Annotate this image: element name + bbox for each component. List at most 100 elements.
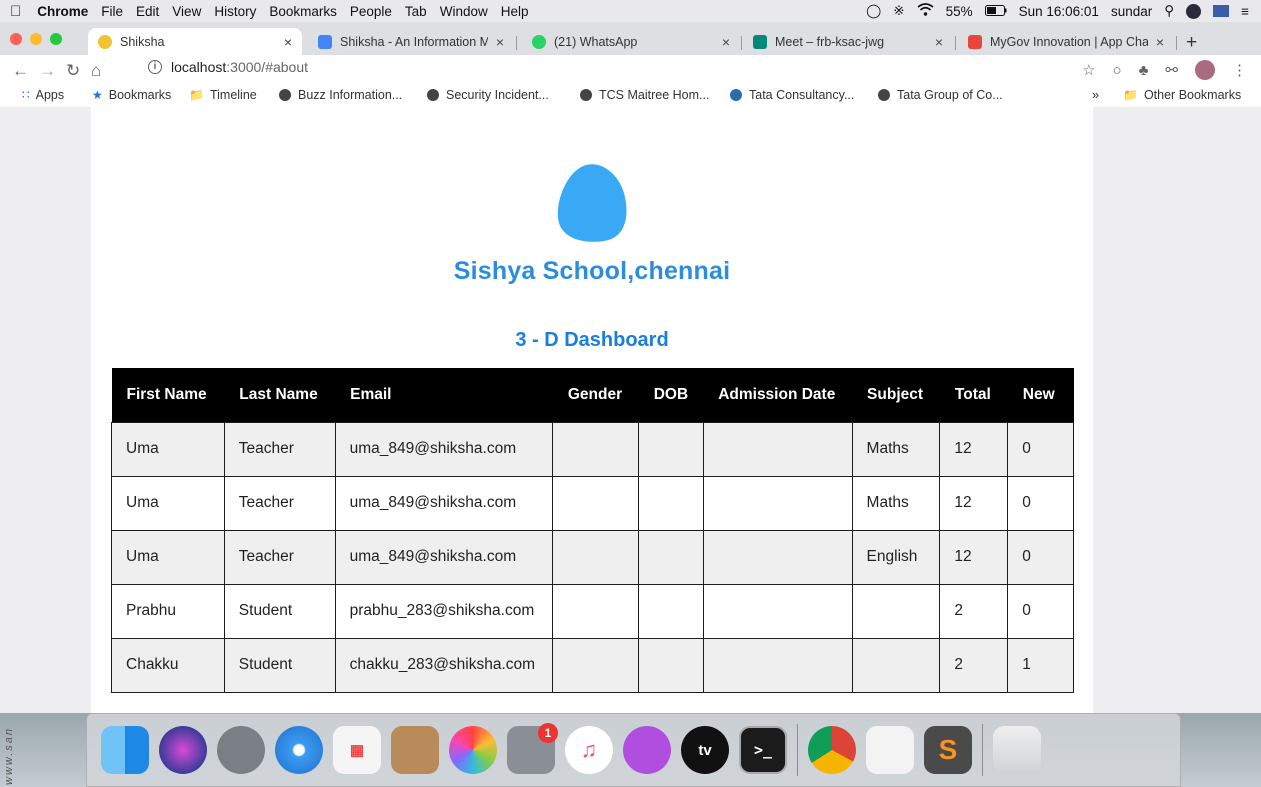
bookmark-apps[interactable]: ∷ Apps bbox=[22, 88, 64, 102]
address-bar[interactable]: i localhost:3000/#about bbox=[148, 59, 308, 75]
tab-whatsapp[interactable]: (21) WhatsApp × bbox=[522, 28, 740, 55]
spotlight-icon[interactable]: ⚲ bbox=[1164, 3, 1174, 19]
back-icon[interactable]: ← bbox=[12, 61, 29, 81]
menu-help[interactable]: Help bbox=[501, 4, 529, 19]
column-header-last-name[interactable]: Last Name bbox=[224, 368, 336, 422]
column-header-first-name[interactable]: First Name bbox=[111, 368, 225, 422]
dock-separator bbox=[797, 724, 798, 776]
close-tab-icon[interactable]: × bbox=[284, 34, 292, 50]
extension-o-icon[interactable]: ○ bbox=[1113, 62, 1122, 79]
siri-icon[interactable] bbox=[159, 726, 207, 774]
finder-icon[interactable] bbox=[101, 726, 149, 774]
bookmark-timeline[interactable]: 📁 Timeline bbox=[189, 88, 257, 102]
siri-icon[interactable] bbox=[1186, 3, 1202, 19]
cell-last-name: Teacher bbox=[223, 421, 336, 477]
menubar-user[interactable]: sundar bbox=[1111, 4, 1152, 19]
battery-percent[interactable]: 55% bbox=[946, 4, 973, 19]
forward-icon[interactable]: → bbox=[39, 61, 56, 81]
accessibility-icon[interactable]: ◯ bbox=[866, 3, 881, 19]
close-window-icon[interactable] bbox=[10, 33, 22, 45]
cell-admission-date bbox=[702, 637, 853, 693]
column-header-admission-date[interactable]: Admission Date bbox=[703, 368, 853, 422]
photos-icon[interactable] bbox=[449, 726, 497, 774]
textedit-icon[interactable] bbox=[866, 726, 914, 774]
tab-title: Shiksha - An Information Ma bbox=[340, 34, 488, 49]
zoom-window-icon[interactable] bbox=[50, 33, 62, 45]
cell-new: 0 bbox=[1007, 475, 1074, 531]
column-header-total[interactable]: Total bbox=[939, 368, 1008, 422]
column-header-new[interactable]: New bbox=[1007, 368, 1074, 422]
terminal-icon[interactable]: >_ bbox=[739, 726, 787, 774]
bluetooth-icon[interactable]: ※ bbox=[893, 3, 904, 19]
column-header-dob[interactable]: DOB bbox=[638, 368, 704, 422]
app-grid-icon[interactable]: ▦ bbox=[333, 726, 381, 774]
site-info-icon[interactable]: i bbox=[148, 60, 162, 74]
password-key-icon[interactable]: ⚯ bbox=[1165, 61, 1178, 79]
input-source-icon[interactable] bbox=[1213, 5, 1230, 17]
tab-meet[interactable]: Meet – frb-ksac-jwg × bbox=[743, 28, 953, 55]
tab-shiksha[interactable]: Shiksha × bbox=[88, 28, 302, 55]
chrome-icon[interactable] bbox=[808, 726, 856, 774]
menu-file[interactable]: File bbox=[101, 4, 123, 19]
bookmark-label: Tata Group of Co... bbox=[897, 88, 1003, 102]
battery-icon[interactable] bbox=[984, 4, 1007, 19]
apple-tv-icon[interactable]: tv bbox=[681, 726, 729, 774]
cell-email: chakku_283@shiksha.com bbox=[334, 637, 554, 693]
notification-center-icon[interactable]: ≡ bbox=[1241, 4, 1249, 19]
extensions-puzzle-icon[interactable]: ♣ bbox=[1139, 62, 1149, 79]
menu-window[interactable]: Window bbox=[440, 4, 488, 19]
profile-avatar-icon[interactable] bbox=[1195, 60, 1215, 80]
system-preferences-icon[interactable]: 1 bbox=[507, 723, 558, 774]
music-icon[interactable]: ♫ bbox=[565, 726, 613, 774]
bookmark-security[interactable]: Security Incident... bbox=[427, 88, 549, 102]
chrome-menu-icon[interactable]: ⋮ bbox=[1232, 61, 1247, 79]
column-header-email[interactable]: Email bbox=[335, 368, 553, 422]
cell-dob bbox=[638, 637, 704, 693]
bookmark-star-icon[interactable]: ☆ bbox=[1082, 61, 1095, 79]
menu-bookmarks[interactable]: Bookmarks bbox=[269, 4, 337, 19]
close-tab-icon[interactable]: × bbox=[1156, 34, 1164, 50]
menu-people[interactable]: People bbox=[350, 4, 392, 19]
apple-menu-icon[interactable]:  bbox=[10, 3, 21, 20]
new-tab-icon[interactable]: + bbox=[1186, 32, 1197, 54]
tab-shiksha-doc[interactable]: Shiksha - An Information Ma × bbox=[308, 28, 514, 55]
bookmark-tata-group[interactable]: Tata Group of Co... bbox=[878, 88, 1003, 102]
close-tab-icon[interactable]: × bbox=[935, 34, 943, 50]
cell-new: 1 bbox=[1007, 637, 1074, 693]
tab-mygov[interactable]: MyGov Innovation | App Cha × bbox=[958, 28, 1174, 55]
column-header-gender[interactable]: Gender bbox=[552, 368, 639, 422]
cell-email: uma_849@shiksha.com bbox=[334, 529, 554, 585]
trash-icon[interactable] bbox=[993, 726, 1041, 774]
menu-edit[interactable]: Edit bbox=[136, 4, 159, 19]
cell-total: 2 bbox=[939, 583, 1009, 639]
column-header-subject[interactable]: Subject bbox=[852, 368, 940, 422]
address-path: :3000/#about bbox=[226, 59, 309, 75]
close-tab-icon[interactable]: × bbox=[722, 34, 730, 50]
menu-app-name[interactable]: Chrome bbox=[37, 4, 88, 19]
close-tab-icon[interactable]: × bbox=[496, 34, 504, 50]
bookmark-tcs-maitree[interactable]: TCS Maitree Hom... bbox=[580, 88, 709, 102]
wifi-icon[interactable] bbox=[917, 3, 934, 19]
shiksha-favicon-icon bbox=[98, 34, 112, 49]
bookmarks-overflow[interactable]: » bbox=[1092, 88, 1099, 102]
bookmark-buzz[interactable]: Buzz Information... bbox=[279, 88, 402, 102]
docs-favicon-icon bbox=[318, 34, 332, 49]
contacts-icon[interactable] bbox=[391, 726, 439, 774]
menu-view[interactable]: View bbox=[172, 4, 201, 19]
bookmark-tata-consultancy[interactable]: Tata Consultancy... bbox=[730, 88, 854, 102]
menu-history[interactable]: History bbox=[214, 4, 256, 19]
bookmark-bookmarks[interactable]: ★ Bookmarks bbox=[92, 88, 171, 102]
minimize-window-icon[interactable] bbox=[30, 33, 42, 45]
reload-icon[interactable]: ↻ bbox=[66, 61, 80, 81]
launchpad-icon[interactable] bbox=[217, 726, 265, 774]
home-icon[interactable]: ⌂ bbox=[91, 61, 101, 81]
safari-icon[interactable] bbox=[275, 726, 323, 774]
podcasts-icon[interactable] bbox=[623, 726, 671, 774]
bookmark-other[interactable]: 📁 Other Bookmarks bbox=[1123, 88, 1241, 102]
menubar-clock[interactable]: Sun 16:06:01 bbox=[1019, 4, 1099, 19]
menu-tab[interactable]: Tab bbox=[405, 4, 427, 19]
page-viewport: Sishya School,chennai 3 - D Dashboard Fi… bbox=[0, 107, 1261, 713]
sublime-text-icon[interactable]: S bbox=[924, 726, 972, 774]
table-row: Chakku Student chakku_283@shiksha.com 2 … bbox=[111, 637, 1074, 693]
tab-divider bbox=[955, 36, 956, 50]
